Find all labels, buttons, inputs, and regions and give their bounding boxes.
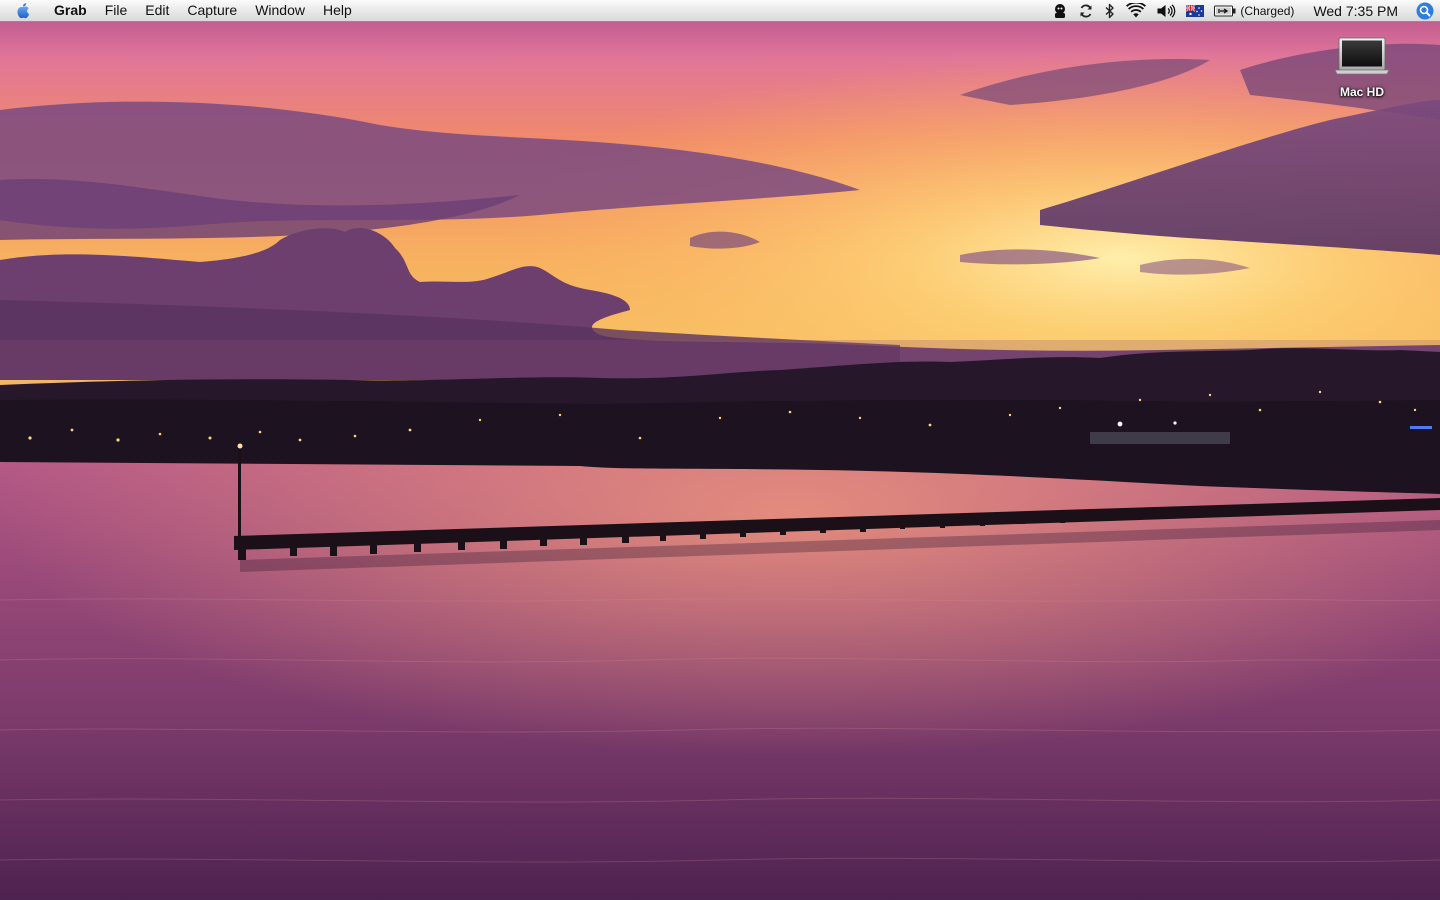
bluetooth-menu-extra[interactable] (1099, 0, 1121, 21)
sync-icon (1080, 4, 1092, 17)
bluetooth-icon (1105, 3, 1115, 18)
desktop-wallpaper (0, 0, 1440, 900)
input-menu-extra[interactable] (1181, 0, 1209, 21)
hard-drive-icon (1334, 37, 1390, 75)
sync-menu-extra[interactable] (1073, 0, 1099, 21)
spotlight-button[interactable] (1410, 0, 1440, 21)
app-menu-grab[interactable]: Grab (46, 0, 96, 21)
menu-bar: Grab File Edit Capture Window Help (Char… (0, 0, 1440, 22)
battery-icon (1214, 5, 1236, 16)
menu-window[interactable]: Window (246, 0, 314, 21)
desktop-icon-label: Mac HD (1339, 85, 1384, 99)
user-menu-extra[interactable] (1047, 0, 1073, 21)
apple-menu[interactable] (0, 0, 46, 21)
spotlight-icon (1416, 2, 1434, 19)
user-icon (1055, 3, 1066, 18)
desktop: Grab File Edit Capture Window Help (Char… (0, 0, 1440, 900)
wifi-menu-extra[interactable] (1121, 0, 1151, 21)
battery-menu-extra[interactable]: (Charged) (1209, 0, 1299, 21)
volume-menu-extra[interactable] (1151, 0, 1181, 21)
menu-bar-status-area: (Charged) Wed 7:35 PM (1047, 0, 1440, 21)
menu-edit[interactable]: Edit (136, 0, 178, 21)
australia-flag-icon (1186, 4, 1205, 17)
desktop-icon-mac-hd[interactable]: Mac HD (1322, 36, 1402, 99)
menu-file[interactable]: File (96, 0, 137, 21)
apple-icon (16, 3, 29, 19)
menu-bar-left: Grab File Edit Capture Window Help (0, 0, 361, 21)
wifi-icon (1126, 2, 1147, 17)
battery-status-text: (Charged) (1240, 3, 1295, 18)
menu-help[interactable]: Help (314, 0, 361, 21)
menu-capture[interactable]: Capture (178, 0, 246, 21)
clock[interactable]: Wed 7:35 PM (1299, 0, 1410, 21)
volume-icon (1157, 3, 1176, 18)
